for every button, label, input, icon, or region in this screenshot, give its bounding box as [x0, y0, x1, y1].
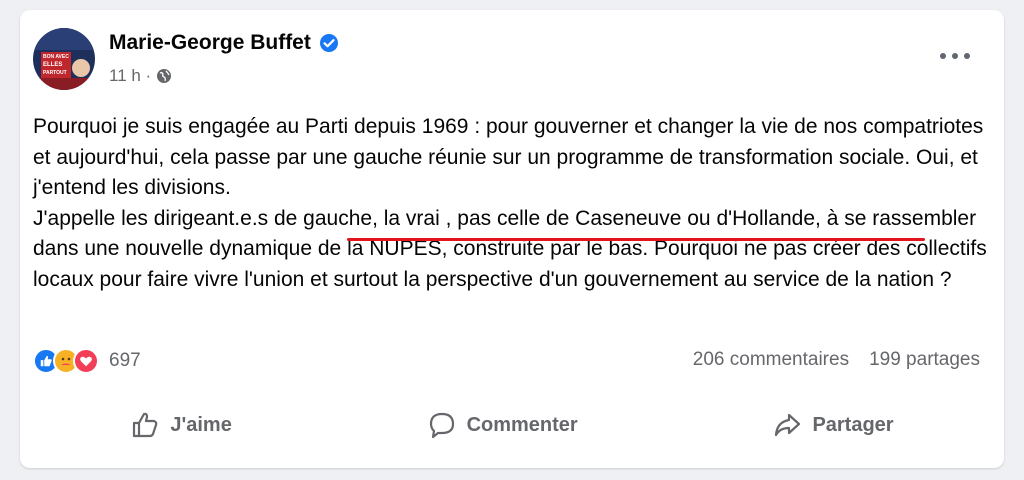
- globe-icon: [157, 69, 172, 83]
- post-meta: 11 h ·: [109, 66, 172, 86]
- avatar-line-2: ELLES: [43, 62, 62, 68]
- share-button-label: Partager: [812, 413, 894, 436]
- like-button[interactable]: J'aime: [110, 402, 251, 448]
- comment-button-label: Commenter: [466, 413, 578, 436]
- post-paragraph-2: J'appelle les dirigeant.e.s de gauche, l…: [33, 206, 987, 291]
- dot-icon: [940, 53, 946, 59]
- share-icon: [775, 413, 801, 437]
- comment-button[interactable]: Commenter: [407, 402, 598, 448]
- verified-badge-icon: [319, 34, 338, 52]
- avatar-image: BON AVEC ELLES PARTOUT: [33, 28, 95, 90]
- red-underline: [347, 238, 925, 241]
- dot-icon: [952, 53, 958, 59]
- post-paragraph-1: Pourquoi je suis engagée au Parti depuis…: [33, 115, 984, 199]
- avatar-line-1: BON AVEC: [43, 54, 69, 60]
- comment-icon: [429, 412, 454, 439]
- more-options-button[interactable]: [940, 46, 970, 66]
- shares-count[interactable]: 199 partages: [869, 349, 980, 371]
- action-bar: J'aime Commenter Partager: [33, 396, 991, 454]
- like-button-label: J'aime: [170, 413, 232, 436]
- post-text: Pourquoi je suis engagée au Parti depuis…: [33, 112, 988, 295]
- avatar-line-3: PARTOUT: [43, 70, 67, 76]
- author-name[interactable]: Marie-George Buffet: [109, 31, 311, 55]
- love-icon: [73, 348, 99, 374]
- reaction-count: 697: [109, 350, 141, 371]
- post-card: BON AVEC ELLES PARTOUT Marie-George Buff…: [20, 10, 1004, 468]
- dot-icon: [964, 53, 970, 59]
- thumbs-up-icon: [133, 412, 158, 438]
- post-time[interactable]: 11 h ·: [109, 66, 151, 86]
- engagement-stats: 206 commentaires 199 partages: [693, 349, 980, 371]
- comments-count[interactable]: 206 commentaires: [693, 349, 849, 371]
- reactions-summary[interactable]: 697: [33, 348, 141, 374]
- avatar[interactable]: BON AVEC ELLES PARTOUT: [33, 28, 95, 90]
- author-row: Marie-George Buffet: [109, 31, 339, 55]
- share-button[interactable]: Partager: [752, 402, 913, 448]
